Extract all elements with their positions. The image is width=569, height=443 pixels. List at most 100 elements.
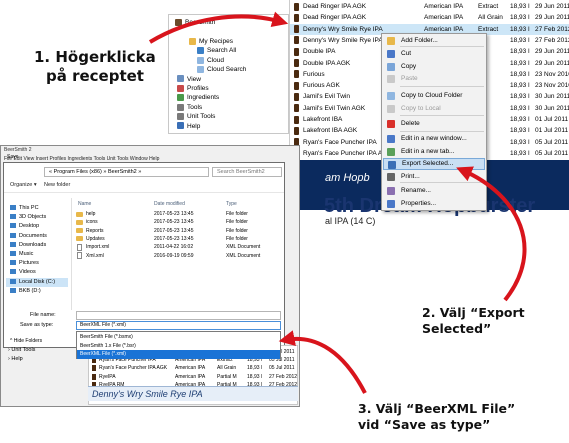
menu-item-print[interactable]: Print... bbox=[383, 171, 485, 183]
search-input[interactable]: Search BeerSmith2 bbox=[212, 167, 282, 177]
recipe-title-bar: Denny's Wry Smile Rye IPA bbox=[88, 386, 298, 401]
drive-icon bbox=[10, 287, 16, 293]
new-folder-button[interactable]: New folder bbox=[44, 182, 70, 188]
save-type-option[interactable]: BeerSmith File (*.bsmx) bbox=[77, 333, 280, 342]
nav-item[interactable]: Documents bbox=[10, 232, 47, 241]
address-bar[interactable]: « Program Files (x86) » BeerSmith2 » bbox=[44, 167, 209, 177]
menu-item-rename[interactable]: Rename... bbox=[383, 185, 485, 197]
recipe-style: American IPA bbox=[424, 14, 464, 22]
recipe-date: 27 Feb 2012 bbox=[535, 25, 569, 33]
drive-icon bbox=[10, 278, 16, 284]
file-row[interactable]: Reports 2017-05-23 13:45 File folder bbox=[76, 227, 281, 235]
column-name[interactable]: Name bbox=[78, 201, 91, 207]
tree-item-icon bbox=[177, 103, 184, 111]
tree-item-help[interactable]: › Help bbox=[8, 355, 35, 364]
paste-icon bbox=[387, 75, 395, 83]
tab-icon bbox=[387, 148, 395, 156]
tree-item[interactable]: Profiles bbox=[177, 84, 209, 93]
menu-item-export-selected[interactable]: Export Selected... bbox=[383, 158, 485, 170]
nav-item[interactable]: Downloads bbox=[10, 241, 46, 250]
nav-item[interactable]: Videos bbox=[10, 268, 36, 277]
menu-item-edit-in-a-new-tab[interactable]: Edit in a new tab... bbox=[383, 146, 485, 158]
tree-item-icon bbox=[177, 122, 184, 130]
menu-item-paste[interactable]: Paste bbox=[383, 73, 485, 85]
rename-icon bbox=[387, 187, 395, 195]
tree-item-icon bbox=[177, 112, 184, 120]
recipe-date: 30 Jun 2011 bbox=[535, 93, 569, 101]
cloud-icon bbox=[387, 92, 395, 100]
recipe-name: Ryan's Face Puncher IPA AGK bbox=[303, 149, 392, 157]
save-type-option[interactable]: BeerXML File (*.xml) bbox=[77, 350, 280, 359]
column-date[interactable]: Date modified bbox=[154, 201, 185, 207]
hide-folders-button[interactable]: ^ Hide Folders bbox=[10, 338, 42, 344]
navigation-tree: BeerSmith My Recipes Search All Cloud Cloud… bbox=[168, 14, 289, 134]
recipe-date: 23 Nov 2010 bbox=[535, 82, 569, 90]
menu-item-copy-to-cloud-folder[interactable]: Copy to Cloud Folder bbox=[383, 90, 485, 102]
context-menu: Add Folder... Cut Copy Paste Copy to Cloud F… bbox=[381, 33, 487, 211]
menu-separator bbox=[400, 115, 484, 116]
recipe-row[interactable]: RyeIPA American IPA Partial M 18,93 l 27 Feb… bbox=[89, 373, 299, 381]
recipe-name: Double IPA AGK bbox=[303, 59, 351, 67]
recipe-og: 18,93 l bbox=[510, 149, 530, 157]
organize-button[interactable]: Organize ▾ bbox=[10, 182, 37, 188]
recipe-style: al IPA (14 C) bbox=[325, 216, 376, 226]
menu-item-delete[interactable]: Delete bbox=[383, 118, 485, 130]
properties-icon bbox=[387, 200, 395, 208]
tree-item[interactable]: My Recipes bbox=[189, 37, 233, 46]
nav-item[interactable]: Pictures bbox=[10, 259, 39, 268]
file-row[interactable]: Import.xml 2011-04-22 16:02 XML Document bbox=[76, 243, 281, 251]
file-row[interactable]: icons 2017-05-23 13:45 File folder bbox=[76, 218, 281, 226]
beer-bottle-icon bbox=[294, 36, 299, 45]
file-row[interactable]: Updates 2017-05-23 13:45 File folder bbox=[76, 235, 281, 243]
window-icon bbox=[387, 135, 395, 143]
copy-icon bbox=[387, 63, 395, 71]
recipe-row[interactable]: Dead Ringer IPA AGK American IPA All Grain… bbox=[290, 12, 569, 23]
beer-bottle-icon bbox=[294, 126, 299, 135]
beer-bottle-icon bbox=[92, 373, 96, 380]
toolbar-divider bbox=[4, 192, 284, 193]
nav-item[interactable]: 3D Objects bbox=[10, 213, 46, 222]
save-type-options: BeerSmith File (*.bsmx) BeerSmith 1.x Fil… bbox=[76, 331, 281, 359]
recipe-name: Lakefront IBA bbox=[303, 116, 343, 123]
save-type-option[interactable]: BeerSmith 1.x File (*.bsr) bbox=[77, 342, 280, 351]
scissors-icon bbox=[387, 50, 395, 58]
menu-item-add-folder[interactable]: Add Folder... bbox=[383, 35, 485, 47]
recipe-row[interactable]: Ryan's Face Puncher IPA AGK American IPA A… bbox=[89, 364, 299, 372]
tree-item[interactable]: Unit Tools bbox=[177, 112, 215, 121]
tree-item[interactable]: Tools bbox=[177, 103, 202, 112]
tree-item[interactable]: Help bbox=[177, 122, 200, 131]
menu-item-properties[interactable]: Properties... bbox=[383, 198, 485, 210]
beer-bottle-icon bbox=[294, 70, 299, 79]
tree-item[interactable]: Search All bbox=[197, 46, 236, 55]
column-type[interactable]: Type bbox=[226, 201, 237, 207]
menu-item-copy[interactable]: Copy bbox=[383, 61, 485, 73]
nav-item[interactable]: This PC bbox=[10, 204, 39, 213]
folder-add-icon bbox=[387, 37, 395, 45]
nav-item[interactable]: Desktop bbox=[10, 222, 39, 231]
beer-bottle-icon bbox=[294, 104, 299, 113]
tree-item[interactable]: Cloud bbox=[197, 56, 224, 65]
file-row[interactable]: Xml.xml 2016-09-19 09:59 XML Document bbox=[76, 252, 281, 260]
tree-root[interactable]: BeerSmith bbox=[175, 18, 215, 27]
recipe-og: 18,93 l bbox=[510, 116, 530, 123]
nav-item[interactable]: BKB (D:) bbox=[10, 287, 41, 296]
recipe-row[interactable]: Dead Ringer IPA AGK American IPA Extract 18… bbox=[290, 1, 569, 12]
recipe-date: 05 Jul 2011 bbox=[535, 149, 569, 157]
menu-item-edit-in-a-new-window[interactable]: Edit in a new window... bbox=[383, 133, 485, 145]
file-name-input[interactable] bbox=[76, 311, 281, 320]
tree-item[interactable]: Cloud Search bbox=[197, 65, 246, 74]
drive-icon bbox=[10, 241, 16, 247]
tree-item[interactable]: View bbox=[177, 75, 201, 84]
menu-item-copy-to-local[interactable]: Copy to Local bbox=[383, 103, 485, 115]
beer-bottle-icon bbox=[294, 47, 299, 56]
nav-item[interactable]: Local Disk (C:) bbox=[6, 277, 68, 287]
menu-item-cut[interactable]: Cut bbox=[383, 48, 485, 60]
recipe-style: American IPA bbox=[424, 3, 464, 10]
tree-item[interactable]: Ingredients bbox=[177, 93, 219, 102]
tree-item-icon bbox=[197, 65, 204, 73]
save-type-select[interactable]: BeerXML File (*.xml) bbox=[76, 321, 281, 330]
file-row[interactable]: help 2017-05-23 13:45 File folder bbox=[76, 210, 281, 218]
nav-item[interactable]: Music bbox=[10, 250, 33, 259]
recipe-og: 18,93 l bbox=[510, 59, 530, 67]
tree-item-unit-tools[interactable]: › Unit Tools bbox=[8, 346, 35, 355]
